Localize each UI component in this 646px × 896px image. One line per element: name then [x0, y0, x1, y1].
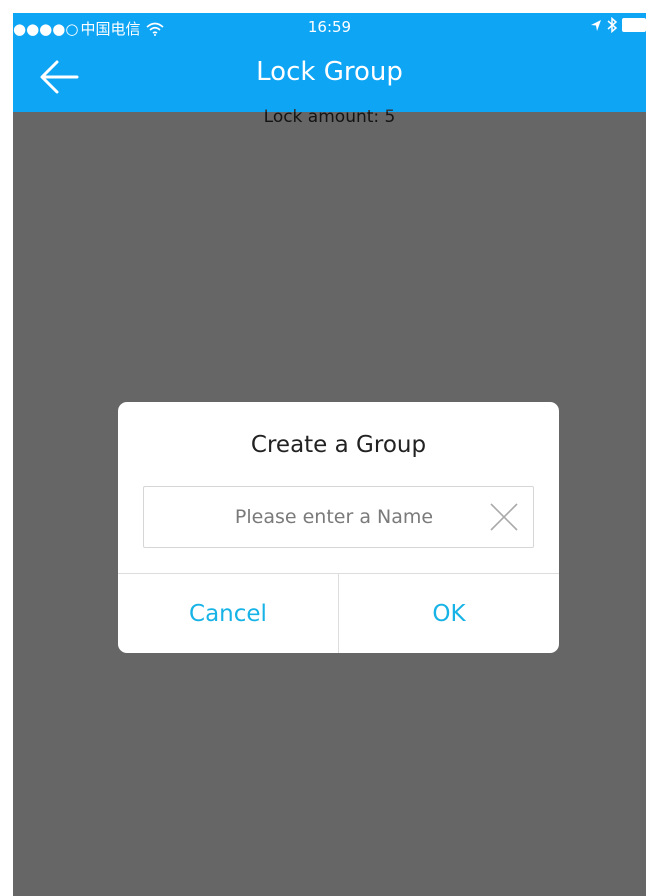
cancel-button[interactable]: Cancel — [118, 574, 338, 653]
dialog-title: Create a Group — [250, 432, 427, 458]
battery-icon — [622, 18, 646, 32]
ok-button[interactable]: OK — [339, 574, 559, 653]
group-name-input[interactable] — [164, 487, 504, 547]
location-arrow-icon — [590, 18, 602, 32]
clear-icon[interactable] — [489, 502, 519, 532]
group-name-field — [143, 486, 534, 548]
status-right — [590, 16, 646, 34]
create-group-dialog: Create a Group Cancel OK — [118, 402, 559, 653]
bluetooth-icon — [606, 16, 618, 34]
page-title: Lock Group — [256, 57, 403, 87]
status-bar: ●●●●○ 中国电信 16:59 — [13, 13, 646, 41]
phone-screen: ●●●●○ 中国电信 16:59 Lock Group Create a Gro… — [13, 13, 646, 896]
navigation-bar: Lock Group — [13, 41, 646, 112]
status-time: 16:59 — [307, 18, 352, 36]
